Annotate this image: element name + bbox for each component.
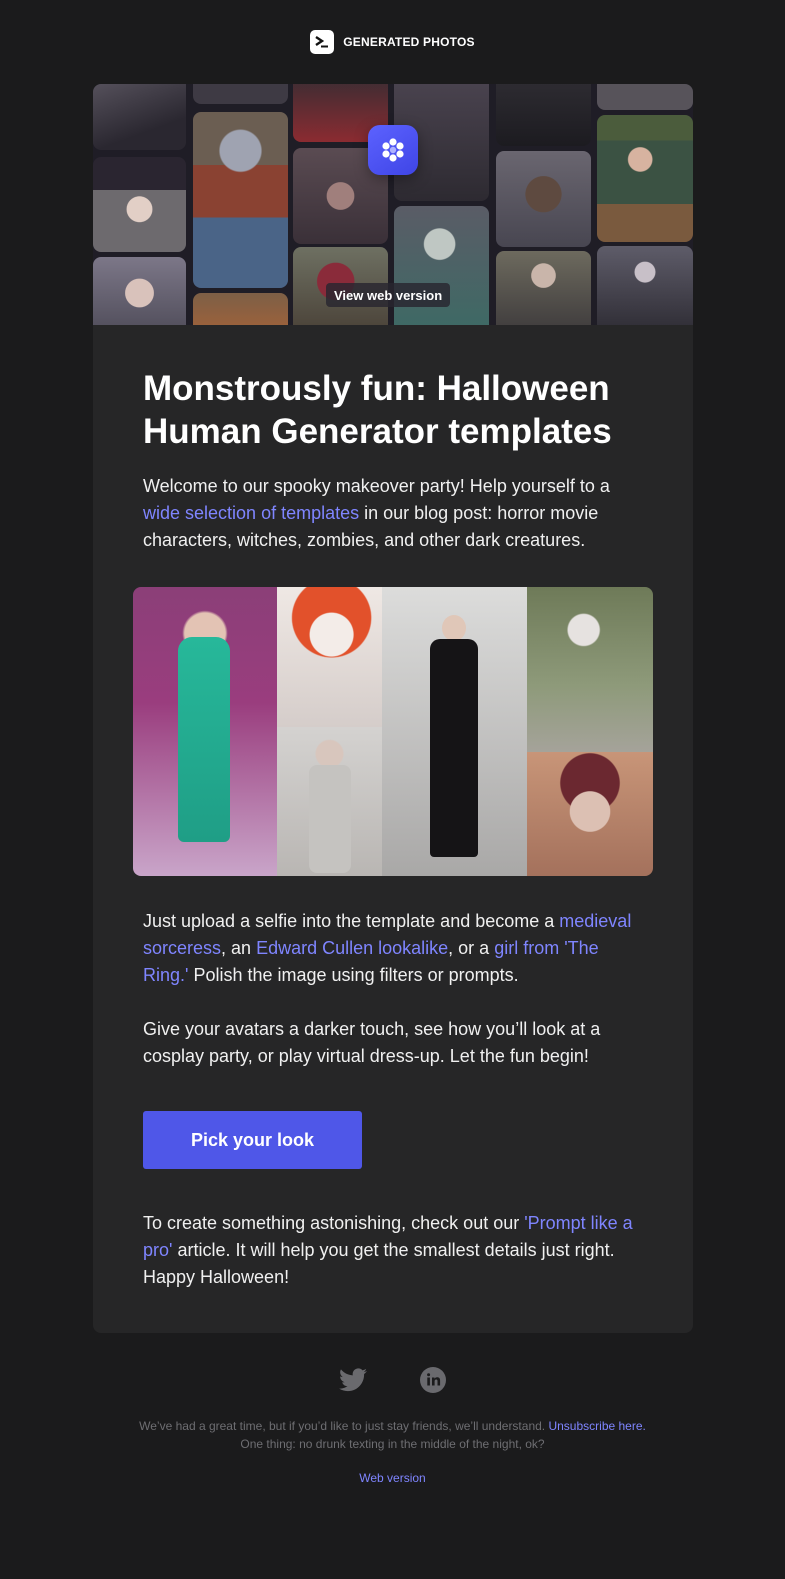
- hero-portrait: [496, 151, 591, 247]
- edward-cullen-link[interactable]: Edward Cullen lookalike: [256, 938, 448, 958]
- generated-photos-logo-icon[interactable]: [310, 30, 335, 54]
- templates-link[interactable]: wide selection of templates: [143, 503, 359, 523]
- hero-portrait: [193, 112, 288, 288]
- pick-your-look-button[interactable]: Pick your look: [143, 1111, 362, 1169]
- email-card: View web version Monstrously fun: Hallow…: [93, 84, 693, 1333]
- template-image-tracksuit: [133, 587, 277, 876]
- hero-portrait: [597, 115, 693, 242]
- hero-portrait: [597, 84, 693, 110]
- template-image-zombie-kid: [527, 587, 653, 752]
- unsubscribe-notice: We’ve had a great time, but if you’d lik…: [139, 1419, 646, 1451]
- selfie-paragraph: Just upload a selfie into the template a…: [143, 911, 632, 985]
- closing-line: Happy Halloween!: [143, 1267, 290, 1287]
- unsubscribe-link[interactable]: Unsubscribe here.: [548, 1419, 645, 1433]
- template-image-clown: [277, 587, 382, 727]
- hero-portrait: [193, 293, 288, 325]
- linkedin-icon[interactable]: [419, 1366, 447, 1394]
- brand-name: GENERATED PHOTOS: [343, 35, 475, 49]
- hero-portrait: [93, 157, 186, 252]
- social-links: [0, 1366, 785, 1394]
- flower-icon: [382, 138, 404, 162]
- template-image-zombie-man: [277, 727, 382, 876]
- template-image-wednesday: [382, 587, 527, 876]
- halloween-templates-collage: [133, 587, 653, 876]
- hero-portrait: [597, 246, 693, 325]
- hero-portrait: [93, 257, 186, 325]
- article-title: Monstrously fun: Halloween Human Generat…: [143, 369, 612, 451]
- web-version-link-wrapper: Web version: [0, 1471, 785, 1485]
- flower-app-icon: [368, 125, 418, 175]
- hero-portrait: [394, 206, 489, 325]
- hero-portrait: [496, 251, 591, 325]
- intro-paragraph: Welcome to our spooky makeover party! He…: [143, 476, 610, 550]
- prompt-paragraph: To create something astonishing, check o…: [143, 1213, 633, 1287]
- hero-portrait: [193, 84, 288, 104]
- article-content: Monstrously fun: Halloween Human Generat…: [93, 325, 693, 1291]
- view-web-version-button[interactable]: View web version: [326, 283, 451, 307]
- hero-image-collage: View web version: [93, 84, 693, 325]
- darker-touch-paragraph: Give your avatars a darker touch, see ho…: [143, 1019, 601, 1066]
- template-image-old-woman: [527, 752, 653, 876]
- email-header: GENERATED PHOTOS: [0, 30, 785, 54]
- web-version-link[interactable]: Web version: [359, 1471, 425, 1485]
- hero-portrait: [93, 84, 186, 150]
- twitter-icon[interactable]: [338, 1368, 367, 1392]
- cta-wrapper: Pick your look: [143, 1111, 643, 1169]
- email-footer: We’ve had a great time, but if you’d lik…: [0, 1366, 785, 1485]
- hero-portrait: [496, 84, 591, 146]
